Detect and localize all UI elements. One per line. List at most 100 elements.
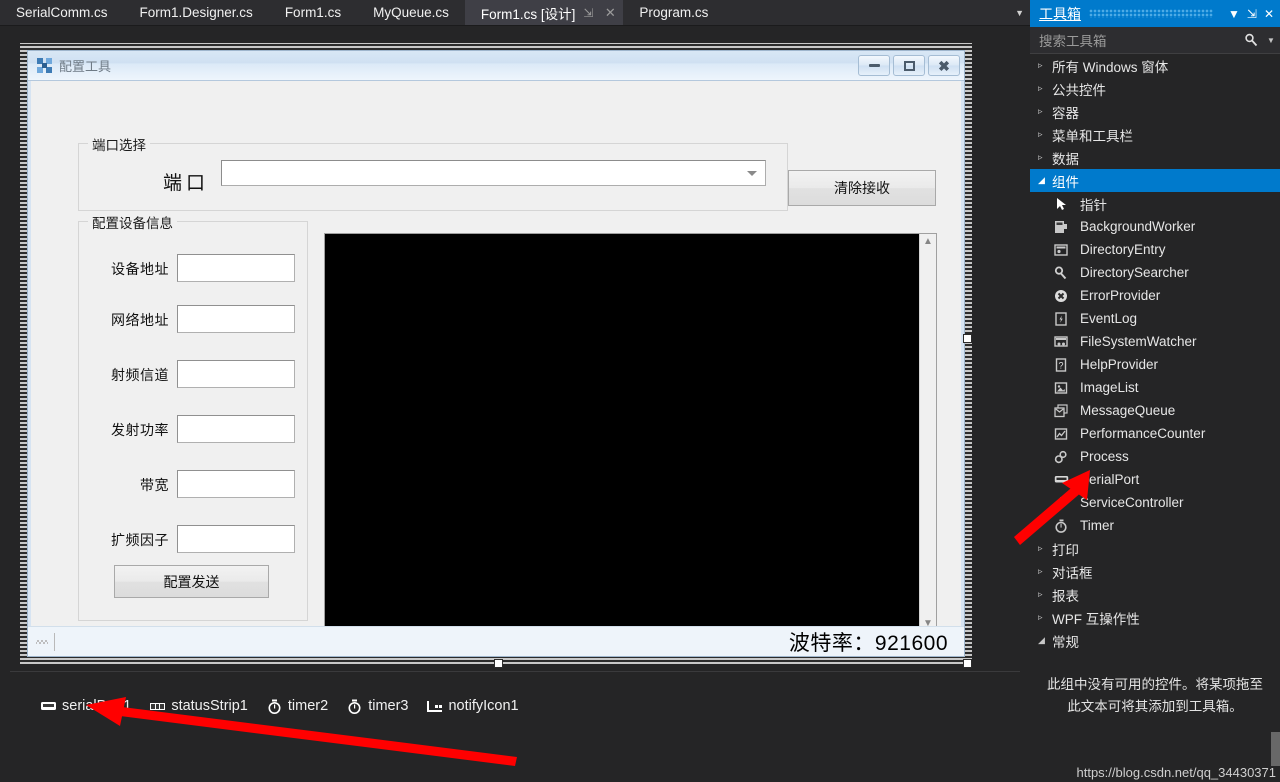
receive-vertical-scrollbar[interactable]: ▲ ▼ xyxy=(919,234,936,632)
toolbox-item-directorysearcher[interactable]: DirectorySearcher xyxy=(1030,261,1280,284)
toolbox-group-general[interactable]: ◢ 常规 xyxy=(1030,629,1280,652)
group-label: 对话框 xyxy=(1052,565,1093,581)
receive-text-content[interactable] xyxy=(325,234,919,632)
toolbox-item-pointer[interactable]: 指针 xyxy=(1030,192,1280,215)
toolbox-search-input[interactable]: 搜索工具箱 xyxy=(1039,30,1238,50)
tray-item-statusstrip1[interactable]: statusStrip1 xyxy=(149,698,248,714)
chevron-right-icon[interactable]: ▹ xyxy=(1038,106,1052,117)
tab-form1[interactable]: Form1.cs xyxy=(269,0,357,25)
toolbox-group-common-controls[interactable]: ▹ 公共控件 xyxy=(1030,77,1280,100)
component-tray[interactable]: serialPort1 statusStrip1 timer2 timer3 n… xyxy=(10,671,1020,782)
directory-entry-icon xyxy=(1052,242,1070,258)
search-icon[interactable] xyxy=(1238,27,1264,54)
field-label: 扩频因子 xyxy=(111,532,169,548)
design-form-window[interactable]: 配置工具 ✖ 端口选择 端口 清除接收 配置设备信息 设备地址 网络地址 射频信… xyxy=(27,50,965,657)
toolbox-item-errorprovider[interactable]: ErrorProvider xyxy=(1030,284,1280,307)
toolbox-item-messagequeue[interactable]: MessageQueue xyxy=(1030,399,1280,422)
toolbox-item-servicecontroller[interactable]: ServiceController xyxy=(1030,491,1280,514)
tab-program[interactable]: Program.cs xyxy=(623,0,724,25)
chevron-right-icon[interactable]: ▹ xyxy=(1038,566,1052,577)
tx-power-input[interactable] xyxy=(177,415,295,443)
rf-channel-input[interactable] xyxy=(177,360,295,388)
toolbox-vertical-scrollbar[interactable] xyxy=(1271,732,1280,766)
winforms-designer-surface[interactable]: 配置工具 ✖ 端口选择 端口 清除接收 配置设备信息 设备地址 网络地址 射频信… xyxy=(0,25,1030,782)
field-row-network-address: 网络地址 xyxy=(79,305,309,335)
toolbox-drag-dots[interactable] xyxy=(1089,9,1213,18)
port-combobox[interactable] xyxy=(221,160,766,186)
chevron-right-icon[interactable]: ▹ xyxy=(1038,60,1052,71)
tray-item-notifyicon1[interactable]: notifyIcon1 xyxy=(426,698,519,714)
group-label: WPF 互操作性 xyxy=(1052,611,1140,627)
tab-serialcomm[interactable]: SerialComm.cs xyxy=(0,0,124,25)
chevron-right-icon[interactable]: ▹ xyxy=(1038,543,1052,554)
toolbox-item-process[interactable]: Process xyxy=(1030,445,1280,468)
chevron-down-icon[interactable]: ◢ xyxy=(1038,635,1052,646)
resize-handle-bottom-right[interactable] xyxy=(963,659,972,668)
toolbox-group-containers[interactable]: ▹ 容器 xyxy=(1030,100,1280,123)
group-label: 报表 xyxy=(1052,588,1079,604)
network-address-input[interactable] xyxy=(177,305,295,333)
toolbox-group-components[interactable]: ◢ 组件 xyxy=(1030,169,1280,192)
chevron-right-icon[interactable]: ▹ xyxy=(1038,589,1052,600)
toolbox-group-menus-toolbars[interactable]: ▹ 菜单和工具栏 xyxy=(1030,123,1280,146)
toolbox-item-timer[interactable]: Timer xyxy=(1030,514,1280,537)
chevron-right-icon[interactable]: ▹ xyxy=(1038,129,1052,140)
minimize-button[interactable] xyxy=(858,55,890,76)
chevron-right-icon[interactable]: ▹ xyxy=(1038,612,1052,623)
puzzle-icon xyxy=(37,58,52,73)
toolbox-group-dialogs[interactable]: ▹ 对话框 xyxy=(1030,560,1280,583)
spread-factor-input[interactable] xyxy=(177,525,295,553)
tab-form1-designer[interactable]: Form1.Designer.cs xyxy=(124,0,269,25)
toolbox-item-filesystemwatcher[interactable]: FileSystemWatcher xyxy=(1030,330,1280,353)
toolbox-close-icon[interactable]: ✕ xyxy=(1264,7,1274,21)
item-label: DirectoryEntry xyxy=(1080,242,1166,257)
toolbox-item-directoryentry[interactable]: DirectoryEntry xyxy=(1030,238,1280,261)
chevron-down-icon[interactable]: ◢ xyxy=(1038,175,1052,186)
resize-handle-middle-right[interactable] xyxy=(963,334,972,343)
tray-item-timer2[interactable]: timer2 xyxy=(266,698,328,714)
toolbox-dropdown-icon[interactable]: ▼ xyxy=(1228,7,1240,21)
toolbox-item-helpprovider[interactable]: ? HelpProvider xyxy=(1030,353,1280,376)
config-send-button[interactable]: 配置发送 xyxy=(114,565,269,598)
toolbox-item-performancecounter[interactable]: PerformanceCounter xyxy=(1030,422,1280,445)
tab-close-icon[interactable]: ✕ xyxy=(601,3,619,23)
maximize-button[interactable] xyxy=(893,55,925,76)
toolbox-item-eventlog[interactable]: EventLog xyxy=(1030,307,1280,330)
resize-handle-bottom-center[interactable] xyxy=(494,659,503,668)
scroll-up-arrow-icon[interactable]: ▲ xyxy=(923,237,933,247)
tab-overflow-chevron-down-icon[interactable]: ▼ xyxy=(1015,0,1024,25)
item-label: FileSystemWatcher xyxy=(1080,334,1197,349)
timer-icon xyxy=(348,699,361,714)
field-row-spread-factor: 扩频因子 xyxy=(79,525,309,555)
close-button[interactable]: ✖ xyxy=(928,55,960,76)
form-client-area[interactable]: 端口选择 端口 清除接收 配置设备信息 设备地址 网络地址 射频信道 发射功率 … xyxy=(28,81,964,633)
tab-form1-design-active[interactable]: Form1.cs [设计] ⇲ ✕ xyxy=(464,0,624,25)
device-address-input[interactable] xyxy=(177,254,295,282)
clear-receive-button[interactable]: 清除接收 xyxy=(788,170,936,206)
tab-pin-icon[interactable]: ⇲ xyxy=(579,3,597,23)
toolbox-item-serialport[interactable]: SerialPort xyxy=(1030,468,1280,491)
receive-textbox[interactable]: ▲ ▼ xyxy=(324,233,937,633)
search-dropdown-chevron-down-icon[interactable]: ▼ xyxy=(1264,27,1278,54)
chevron-right-icon[interactable]: ▹ xyxy=(1038,152,1052,163)
field-row-bandwidth: 带宽 xyxy=(79,470,309,500)
tray-item-serialport1[interactable]: serialPort1 xyxy=(40,698,131,714)
toolbox-group-all-windows-forms[interactable]: ▹ 所有 Windows 窗体 xyxy=(1030,54,1280,77)
form-status-strip[interactable]: 波特率：921600 xyxy=(28,626,964,656)
toolbox-title: 工具箱 xyxy=(1039,5,1081,22)
toolbox-item-imagelist[interactable]: ImageList xyxy=(1030,376,1280,399)
toolbox-group-data[interactable]: ▹ 数据 xyxy=(1030,146,1280,169)
toolbox-search-bar[interactable]: 搜索工具箱 ▼ xyxy=(1030,27,1280,54)
toolbox-tree[interactable]: ▹ 所有 Windows 窗体 ▹ 公共控件 ▹ 容器 ▹ 菜单和工具栏 ▹ 数… xyxy=(1030,54,1280,782)
bandwidth-input[interactable] xyxy=(177,470,295,498)
toolbox-pin-icon[interactable]: ⇲ xyxy=(1247,7,1257,21)
toolbox-group-reporting[interactable]: ▹ 报表 xyxy=(1030,583,1280,606)
toolbox-group-wpf-interop[interactable]: ▹ WPF 互操作性 xyxy=(1030,606,1280,629)
serial-port-icon xyxy=(41,701,56,710)
tab-myqueue[interactable]: MyQueue.cs xyxy=(357,0,465,25)
chevron-right-icon[interactable]: ▹ xyxy=(1038,83,1052,94)
toolbox-item-backgroundworker[interactable]: BackgroundWorker xyxy=(1030,215,1280,238)
tray-item-timer3[interactable]: timer3 xyxy=(346,698,408,714)
toolbox-panel[interactable]: 工具箱 ▼ ⇲ ✕ 搜索工具箱 ▼ ▹ 所有 Windows 窗体 ▹ 公共控件… xyxy=(1030,0,1280,782)
toolbox-group-printing[interactable]: ▹ 打印 xyxy=(1030,537,1280,560)
